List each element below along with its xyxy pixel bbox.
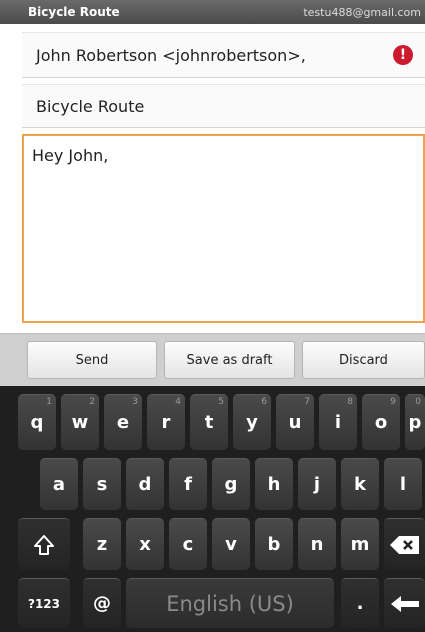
to-field-value: John Robertson <johnrobertson>, bbox=[36, 45, 306, 65]
enter-arrow-icon bbox=[390, 595, 419, 612]
key-j[interactable]: j bbox=[298, 458, 336, 510]
subject-field[interactable]: Bicycle Route bbox=[22, 84, 425, 128]
message-body-text: Hey John, bbox=[32, 146, 109, 165]
account-email: testu488@gmail.com bbox=[303, 5, 421, 19]
enter-key[interactable] bbox=[384, 578, 425, 628]
space-key[interactable]: English (US) bbox=[126, 578, 334, 628]
key-h[interactable]: h bbox=[255, 458, 293, 510]
key-label: o bbox=[374, 412, 388, 433]
exclamation-icon[interactable]: ! bbox=[393, 45, 413, 65]
key-hint: 0 bbox=[415, 397, 421, 407]
key-a[interactable]: a bbox=[40, 458, 78, 510]
key-l[interactable]: l bbox=[384, 458, 422, 510]
save-draft-button[interactable]: Save as draft bbox=[164, 341, 295, 379]
send-button[interactable]: Send bbox=[27, 341, 157, 379]
key-hint: 1 bbox=[46, 397, 52, 407]
key-y[interactable]: y6 bbox=[233, 394, 271, 450]
key-f[interactable]: f bbox=[169, 458, 207, 510]
key-p[interactable]: p0 bbox=[405, 394, 425, 450]
shift-key[interactable] bbox=[18, 518, 70, 570]
key-z[interactable]: z bbox=[83, 518, 121, 570]
key-hint: 3 bbox=[132, 397, 138, 407]
compose-action-bar: Send Save as draft Discard bbox=[0, 333, 425, 386]
status-bar: Bicycle Route testu488@gmail.com bbox=[0, 0, 425, 24]
period-key[interactable]: . bbox=[341, 578, 379, 628]
key-label: t bbox=[204, 412, 214, 433]
key-e[interactable]: e3 bbox=[104, 394, 142, 450]
key-u[interactable]: u7 bbox=[276, 394, 314, 450]
key-r[interactable]: r4 bbox=[147, 394, 185, 450]
at-key[interactable]: @ bbox=[83, 578, 121, 628]
key-label: r bbox=[161, 412, 171, 433]
key-hint: 7 bbox=[304, 397, 310, 407]
subject-field-value: Bicycle Route bbox=[36, 96, 145, 116]
key-c[interactable]: c bbox=[169, 518, 207, 570]
key-label: p bbox=[408, 412, 422, 433]
key-label: w bbox=[71, 412, 89, 433]
to-field[interactable]: John Robertson <johnrobertson>, ! bbox=[22, 32, 425, 78]
key-hint: 2 bbox=[89, 397, 95, 407]
key-hint: 9 bbox=[390, 397, 396, 407]
key-o[interactable]: o9 bbox=[362, 394, 400, 450]
key-hint: 6 bbox=[261, 397, 267, 407]
key-hint: 8 bbox=[347, 397, 353, 407]
key-k[interactable]: k bbox=[341, 458, 379, 510]
space-key-label: English (US) bbox=[166, 591, 294, 616]
soft-keyboard: q1 w2 e3 r4 t5 y6 u7 i8 o9 p0 a s d f g … bbox=[0, 386, 425, 632]
key-i[interactable]: i8 bbox=[319, 394, 357, 450]
numbers-key[interactable]: ?123 bbox=[18, 578, 70, 628]
key-label: e bbox=[116, 412, 130, 433]
key-v[interactable]: v bbox=[212, 518, 250, 570]
window-title: Bicycle Route bbox=[28, 5, 120, 19]
shift-arrow-icon bbox=[34, 534, 54, 555]
key-label: q bbox=[30, 412, 44, 433]
key-label: y bbox=[246, 412, 258, 433]
key-hint: 4 bbox=[175, 397, 181, 407]
discard-button[interactable]: Discard bbox=[302, 341, 425, 379]
key-b[interactable]: b bbox=[255, 518, 293, 570]
backspace-icon bbox=[389, 535, 419, 554]
message-body-field[interactable]: Hey John, bbox=[22, 134, 425, 323]
key-n[interactable]: n bbox=[298, 518, 336, 570]
key-g[interactable]: g bbox=[212, 458, 250, 510]
key-x[interactable]: x bbox=[126, 518, 164, 570]
key-t[interactable]: t5 bbox=[190, 394, 228, 450]
key-w[interactable]: w2 bbox=[61, 394, 99, 450]
key-m[interactable]: m bbox=[341, 518, 379, 570]
key-label: u bbox=[288, 412, 302, 433]
key-hint: 5 bbox=[218, 397, 224, 407]
key-label: i bbox=[334, 412, 342, 433]
key-s[interactable]: s bbox=[83, 458, 121, 510]
key-d[interactable]: d bbox=[126, 458, 164, 510]
backspace-key[interactable] bbox=[384, 518, 425, 570]
key-q[interactable]: q1 bbox=[18, 394, 56, 450]
